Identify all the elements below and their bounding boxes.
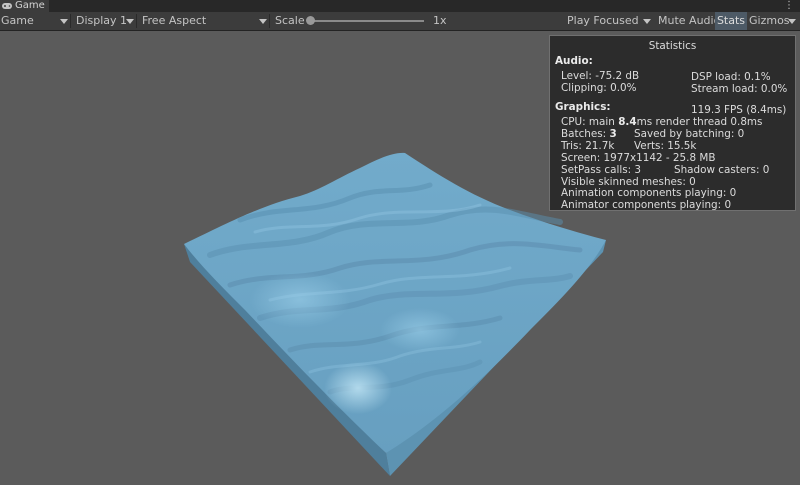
graphics-section-header: Graphics: xyxy=(555,101,611,113)
toolbar-divider xyxy=(136,14,137,28)
water-highlight xyxy=(324,362,392,414)
statistics-title: Statistics xyxy=(648,40,697,52)
scale-slider-track[interactable] xyxy=(312,20,424,22)
verts-count: Verts: 15.5k xyxy=(634,140,697,152)
stream-load: Stream load: 0.0% xyxy=(691,83,788,95)
mode-dropdown-label: Game xyxy=(1,14,34,27)
scale-label: Scale xyxy=(275,14,305,27)
chevron-down-icon xyxy=(126,19,134,24)
display-dropdown-label: Display 1 xyxy=(76,14,128,27)
tab-game[interactable]: Game xyxy=(0,0,49,12)
screen-info: Screen: 1977x1142 - 25.8 MB xyxy=(561,152,716,164)
dsp-load: DSP load: 0.1% xyxy=(691,71,771,83)
water-highlight xyxy=(380,308,460,352)
chevron-down-icon xyxy=(60,19,68,24)
audio-section-header: Audio: xyxy=(555,55,593,67)
cpu-timing-prefix: CPU: main xyxy=(561,116,619,128)
batches: Batches: 3 xyxy=(561,128,617,140)
animator-components: Animator components playing: 0 xyxy=(561,199,732,211)
statistics-panel: Statistics Audio: Level: -75.2 dB DSP lo… xyxy=(549,35,796,211)
toolbar-divider xyxy=(70,14,71,28)
batches-prefix: Batches: xyxy=(561,128,610,140)
cpu-timing: CPU: main 8.4ms render thread 0.8ms xyxy=(561,116,762,128)
play-mode-label: Play Focused xyxy=(567,14,639,27)
animation-components: Animation components playing: 0 xyxy=(561,187,737,199)
chevron-down-icon xyxy=(643,19,651,24)
chevron-down-icon xyxy=(259,19,267,24)
tris-count: Tris: 21.7k xyxy=(561,140,615,152)
window-titlebar: Game ⋮ xyxy=(0,0,800,12)
aspect-dropdown-label: Free Aspect xyxy=(142,14,207,27)
fps-readout: 119.3 FPS (8.4ms) xyxy=(691,104,787,116)
water-surface xyxy=(184,152,606,454)
shadow-casters: Shadow casters: 0 xyxy=(674,164,770,176)
cpu-main-value: 8.4 xyxy=(618,116,637,128)
scale-slider-handle[interactable] xyxy=(306,16,315,25)
scale-value: 1x xyxy=(433,14,447,27)
mute-audio-button[interactable]: Mute Audio xyxy=(658,12,720,30)
gamepad-icon xyxy=(2,3,12,9)
audio-level: Level: -75.2 dB xyxy=(561,70,640,82)
batches-value: 3 xyxy=(609,128,617,140)
setpass-calls: SetPass calls: 3 xyxy=(561,164,642,176)
toolbar-divider xyxy=(269,14,270,28)
cpu-timing-rest: ms render thread 0.8ms xyxy=(636,116,763,128)
chevron-down-icon xyxy=(788,19,796,24)
game-toolbar: Game Display 1 Free Aspect Scale 1x Play… xyxy=(0,12,800,31)
saved-by-batching: Saved by batching: 0 xyxy=(634,128,745,140)
gizmos-button-label: Gizmos xyxy=(749,14,790,27)
more-options-icon[interactable]: ⋮ xyxy=(784,0,794,11)
water-highlight xyxy=(250,272,350,328)
stats-button[interactable]: Stats xyxy=(715,12,747,30)
audio-clipping: Clipping: 0.0% xyxy=(561,82,637,94)
tab-game-label: Game xyxy=(15,0,45,11)
